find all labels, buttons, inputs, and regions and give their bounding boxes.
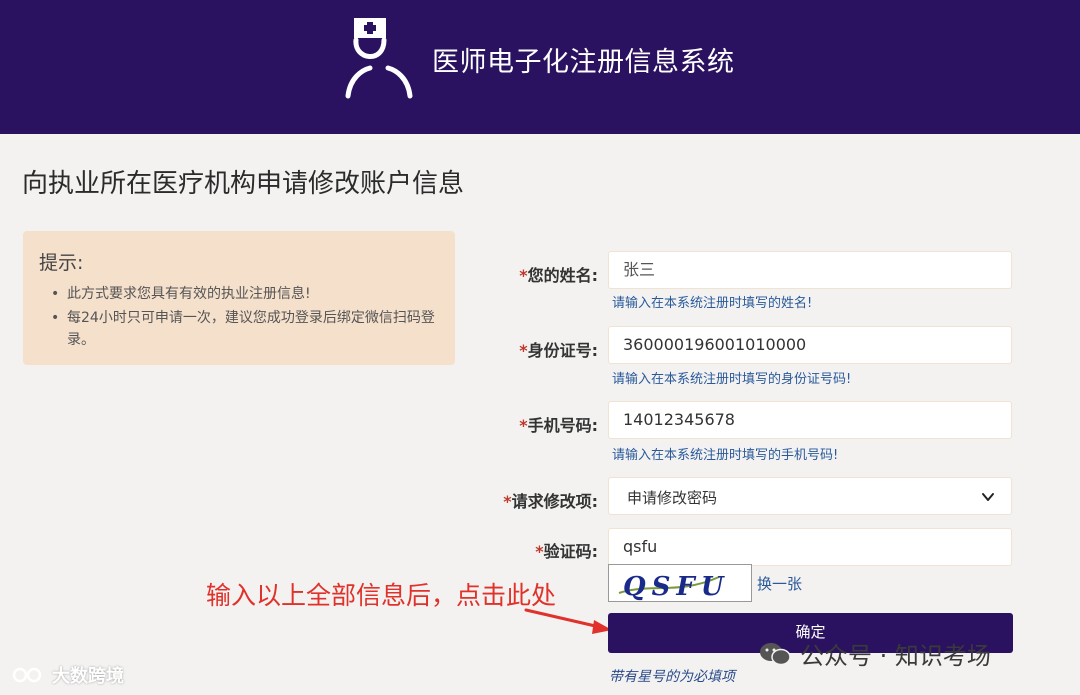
doctor-nurse-cap-icon <box>345 18 413 99</box>
request-type-value: 申请修改密码 <box>627 489 718 507</box>
id-number-label: *身份证号: <box>519 341 598 360</box>
required-star: * <box>503 492 512 511</box>
name-label: *您的姓名: <box>519 266 598 285</box>
watermark-right: 公众号 · 知识考场 <box>758 636 991 671</box>
captcha-graphic: QSFU <box>618 572 730 602</box>
phone-input[interactable]: 14012345678 <box>608 401 1012 439</box>
required-star: * <box>519 266 528 285</box>
header-bar: 医师电子化注册信息系统 <box>0 0 1080 134</box>
arrow-icon <box>524 608 612 634</box>
instruction-annotation: 输入以上全部信息后，点击此处 <box>206 581 557 610</box>
tip-list: 此方式要求您具有有效的执业注册信息! 每24小时只可申请一次，建议您成功登录后绑… <box>51 283 439 353</box>
name-input[interactable]: 张三 <box>608 251 1012 289</box>
required-star: * <box>535 542 544 561</box>
svg-text:QSFU: QSFU <box>623 572 730 601</box>
brand-logo-icon <box>12 667 42 683</box>
request-type-select[interactable]: 申请修改密码 <box>608 477 1012 515</box>
watermark-left: 大数跨境 <box>12 662 124 688</box>
required-star: * <box>519 341 528 360</box>
refresh-captcha-link[interactable]: 换一张 <box>757 573 802 594</box>
tip-title: 提示: <box>39 252 84 274</box>
app-title: 医师电子化注册信息系统 <box>432 47 735 78</box>
id-number-input[interactable]: 360000196001010000 <box>608 326 1012 364</box>
wechat-icon <box>760 642 791 665</box>
phone-hint: 请输入在本系统注册时填写的手机号码! <box>612 448 839 463</box>
page-title: 向执业所在医疗机构申请修改账户信息 <box>22 169 465 199</box>
tip-box: 提示: 此方式要求您具有有效的执业注册信息! 每24小时只可申请一次，建议您成功… <box>23 231 455 365</box>
phone-label: *手机号码: <box>519 416 598 435</box>
chevron-down-icon <box>982 493 994 501</box>
tip-item: 每24小时只可申请一次，建议您成功登录后绑定微信扫码登录。 <box>51 307 439 351</box>
required-fields-note: 带有星号的为必填项 <box>609 669 735 685</box>
captcha-image[interactable]: QSFU <box>608 564 752 602</box>
required-star: * <box>519 416 528 435</box>
tip-item: 此方式要求您具有有效的执业注册信息! <box>51 283 439 305</box>
id-number-hint: 请输入在本系统注册时填写的身份证号码! <box>612 372 852 387</box>
captcha-label: *验证码: <box>535 542 598 561</box>
captcha-input[interactable]: qsfu <box>608 528 1012 566</box>
name-hint: 请输入在本系统注册时填写的姓名! <box>612 296 813 311</box>
request-type-label: *请求修改项: <box>503 492 598 511</box>
